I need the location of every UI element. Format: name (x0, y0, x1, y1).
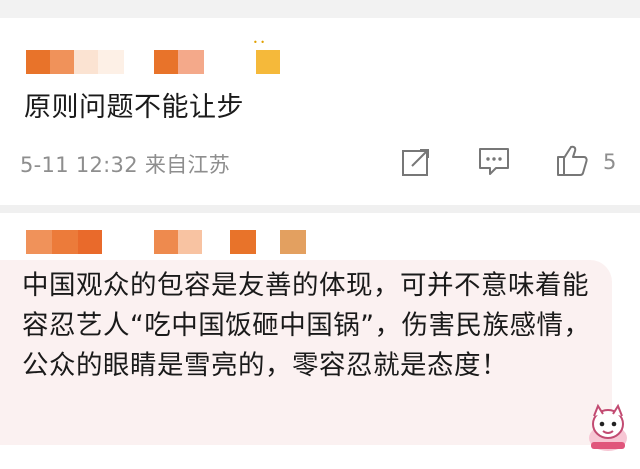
top-strip (0, 0, 640, 18)
comment-text: 原则问题不能让步 (24, 92, 244, 123)
censored-username (26, 230, 306, 254)
comment-location: 来自江苏 (144, 153, 231, 177)
comment-timestamp: 5-11 12:32 (20, 153, 138, 177)
pink-character-sticker-icon (589, 403, 627, 451)
comment-icon[interactable] (478, 147, 510, 177)
section-divider (0, 205, 640, 213)
censor-dot: • • (253, 38, 265, 47)
comment-meta: 5-11 12:32 来自江苏 (20, 149, 230, 179)
like-icon[interactable] (554, 143, 590, 179)
censored-username (26, 50, 286, 74)
share-icon[interactable] (400, 146, 432, 178)
reply-text: 中国观众的包容是友善的体现，可并不意味着能容忍艺人“吃中国饭砸中国锅”，伤害民族… (22, 270, 591, 381)
like-count: 5 (603, 150, 617, 174)
